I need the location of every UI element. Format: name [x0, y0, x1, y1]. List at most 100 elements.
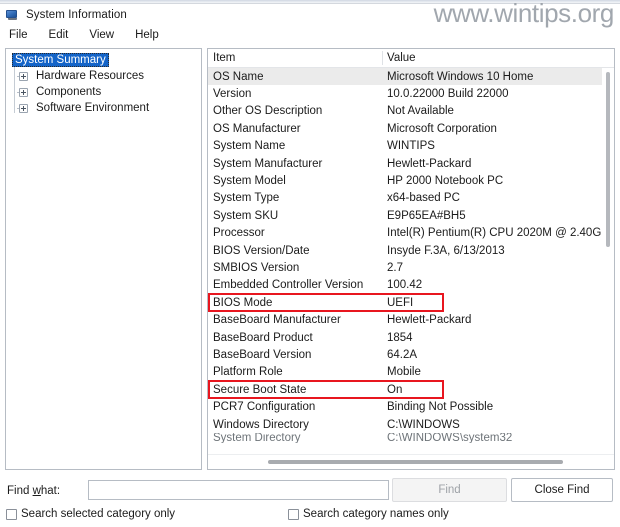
cell-item: Other OS Description — [213, 105, 323, 118]
menu-item-view[interactable]: View — [87, 28, 116, 42]
cell-item: OS Name — [213, 70, 264, 83]
tree-item-label: Components — [36, 86, 102, 98]
cell-value: Hewlett-Packard — [387, 157, 472, 170]
list-horizontal-scrollbar[interactable] — [208, 454, 614, 469]
tree-item-system-summary[interactable]: System Summary — [8, 52, 201, 68]
cell-value: 10.0.22000 Build 22000 — [387, 88, 509, 101]
table-row[interactable]: Version 10.0.22000 Build 22000 — [208, 85, 614, 102]
table-row[interactable]: Platform Role Mobile — [208, 364, 614, 381]
table-row[interactable]: Other OS Description Not Available — [208, 103, 614, 120]
table-row[interactable]: System Model HP 2000 Notebook PC — [208, 172, 614, 189]
cell-value: Mobile — [387, 366, 421, 379]
cell-value: C:\WINDOWS\system32 — [387, 433, 513, 444]
window-title: System Information — [26, 9, 127, 21]
table-row[interactable]: SMBIOS Version 2.7 — [208, 259, 614, 276]
table-row[interactable]: Embedded Controller Version 100.42 — [208, 277, 614, 294]
cell-item: Embedded Controller Version — [213, 279, 364, 292]
tree-item-label: System Summary — [12, 53, 109, 67]
table-row[interactable]: System Directory C:\WINDOWS\system32 — [208, 433, 614, 443]
table-row[interactable]: PCR7 Configuration Binding Not Possible — [208, 398, 614, 415]
cell-item: Windows Directory — [213, 418, 309, 431]
cell-value: E9P65EA#BH5 — [387, 209, 466, 222]
cell-item: Processor — [213, 227, 265, 240]
table-row[interactable]: BaseBoard Manufacturer Hewlett-Packard — [208, 311, 614, 328]
cell-item: System SKU — [213, 209, 279, 222]
list-vertical-scrollbar[interactable] — [602, 68, 614, 455]
checkbox-search-selected-category-only[interactable]: Search selected category only — [6, 508, 175, 520]
cell-item: Version — [213, 88, 252, 101]
list-column-header: Item Value — [208, 49, 614, 68]
checkbox-box[interactable] — [288, 508, 299, 520]
table-row[interactable]: OS Name Microsoft Windows 10 Home — [208, 68, 614, 86]
cell-value: Not Available — [387, 105, 454, 118]
list-vertical-scroll-thumb[interactable] — [606, 72, 610, 247]
table-row[interactable]: BIOS Mode UEFI — [208, 294, 614, 311]
cell-value: Binding Not Possible — [387, 401, 494, 414]
cell-item: System Directory — [213, 433, 301, 444]
menu-item-help[interactable]: Help — [133, 28, 161, 42]
table-row[interactable]: System SKU E9P65EA#BH5 — [208, 207, 614, 224]
table-row[interactable]: Secure Boot State On — [208, 381, 614, 398]
details-list-rows: OS Name Microsoft Windows 10 Home Version 1… — [208, 68, 614, 454]
close-find-button-label: Close Find — [534, 484, 590, 496]
category-tree-panel[interactable]: System Summary Hardware Resources Compon… — [5, 48, 202, 470]
main-content-area: System Summary Hardware Resources Compon… — [0, 44, 620, 472]
cell-value: Microsoft Corporation — [387, 122, 497, 135]
cell-item: BaseBoard Product — [213, 331, 313, 344]
cell-value: C:\WINDOWS — [387, 418, 460, 431]
cell-item: System Model — [213, 175, 286, 188]
cell-value: x64-based PC — [387, 192, 460, 205]
cell-value: 1854 — [387, 331, 413, 344]
table-row[interactable]: BaseBoard Product 1854 — [208, 329, 614, 346]
table-row[interactable]: System Type x64-based PC — [208, 190, 614, 207]
close-find-button[interactable]: Close Find — [511, 478, 613, 502]
tree-item-label: Software Environment — [36, 102, 150, 114]
cell-value: WINTIPS — [387, 140, 435, 153]
table-row[interactable]: OS Manufacturer Microsoft Corporation — [208, 120, 614, 137]
find-what-label: Find what: — [7, 485, 61, 497]
list-horizontal-scroll-thumb[interactable] — [268, 460, 563, 464]
find-button-label: Find — [438, 484, 461, 496]
cell-value: 64.2A — [387, 348, 418, 361]
table-row[interactable]: BIOS Version/Date Insyde F.3A, 6/13/2013 — [208, 242, 614, 259]
cell-item: BaseBoard Version — [213, 348, 312, 361]
expand-plus-icon[interactable] — [19, 87, 28, 97]
window-chrome-sliver — [0, 0, 620, 4]
cell-item: System Name — [213, 140, 286, 153]
menu-item-edit[interactable]: Edit — [47, 28, 71, 42]
tree-item-components[interactable]: Components — [8, 84, 201, 100]
cell-value: 2.7 — [387, 261, 403, 274]
cell-value: Hewlett-Packard — [387, 314, 472, 327]
checkbox-search-category-names-only[interactable]: Search category names only — [288, 508, 449, 520]
cell-item: BIOS Version/Date — [213, 244, 310, 257]
checkbox-label: Search category names only — [303, 508, 449, 520]
checkbox-box[interactable] — [6, 508, 17, 520]
tree-item-software-environment[interactable]: Software Environment — [8, 100, 201, 116]
cell-item: Platform Role — [213, 366, 283, 379]
table-row[interactable]: BaseBoard Version 64.2A — [208, 346, 614, 363]
title-bar: System Information — [0, 5, 620, 25]
column-header-value[interactable]: Value — [382, 49, 597, 67]
tree-item-hardware-resources[interactable]: Hardware Resources — [8, 68, 201, 84]
find-button[interactable]: Find — [392, 478, 507, 502]
find-input[interactable] — [88, 480, 389, 500]
cell-value: 100.42 — [387, 279, 423, 292]
menu-bar: File Edit View Help — [0, 26, 620, 44]
column-header-item[interactable]: Item — [208, 49, 382, 67]
expand-plus-icon[interactable] — [19, 103, 28, 113]
table-row[interactable]: Processor Intel(R) Pentium(R) CPU 2020M @… — [208, 225, 614, 242]
menu-item-file[interactable]: File — [7, 28, 30, 42]
cell-item: OS Manufacturer — [213, 122, 301, 135]
expand-plus-icon[interactable] — [19, 71, 28, 81]
table-row[interactable]: System Manufacturer Hewlett-Packard — [208, 155, 614, 172]
cell-item: System Manufacturer — [213, 157, 323, 170]
cell-value: UEFI — [387, 296, 414, 309]
cell-item: PCR7 Configuration — [213, 401, 316, 414]
cell-item: BIOS Mode — [213, 296, 273, 309]
table-row[interactable]: Windows Directory C:\WINDOWS — [208, 416, 614, 433]
table-row[interactable]: System Name WINTIPS — [208, 138, 614, 155]
system-information-window: System Information File Edit View Help w… — [0, 0, 620, 527]
tree-item-label: Hardware Resources — [36, 70, 145, 82]
details-list-panel: Item Value OS Name Microsoft Windows 10 H… — [207, 48, 615, 470]
system-information-icon — [6, 9, 19, 21]
